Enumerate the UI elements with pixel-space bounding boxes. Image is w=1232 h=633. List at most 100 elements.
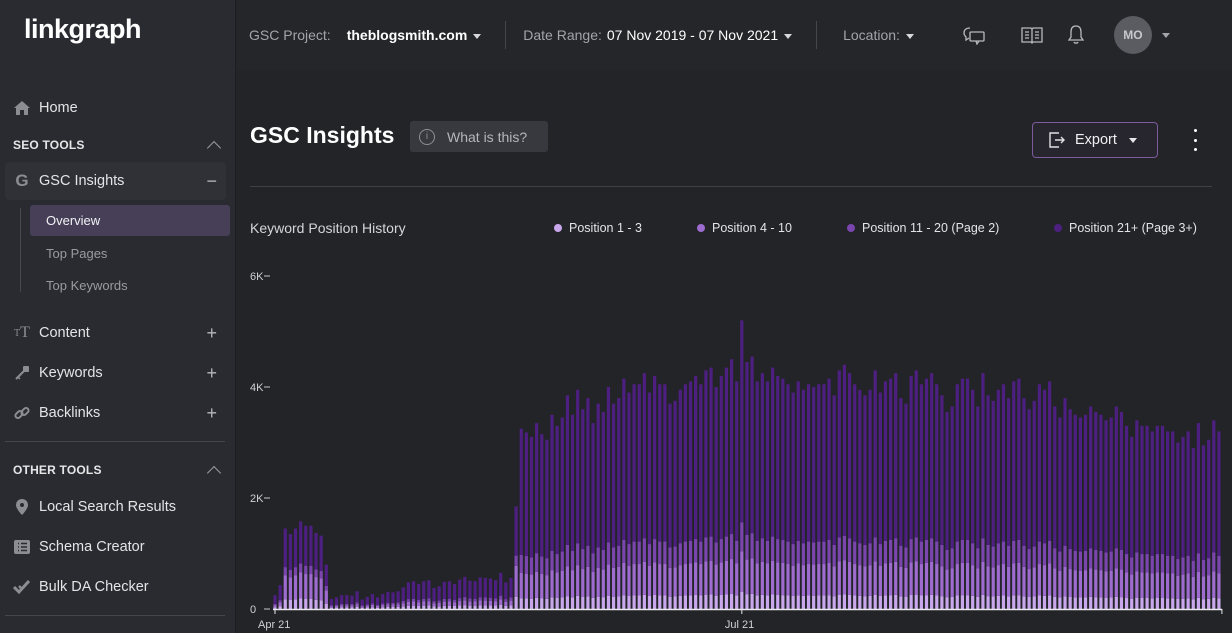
bar-group[interactable] — [504, 582, 508, 609]
bar-group[interactable] — [1063, 398, 1067, 609]
bar-group[interactable] — [1130, 436, 1134, 609]
bar-group[interactable] — [1207, 439, 1211, 609]
bar-group[interactable] — [663, 384, 667, 609]
bar-group[interactable] — [658, 384, 662, 609]
bar-group[interactable] — [473, 581, 477, 609]
bar-group[interactable] — [1017, 378, 1021, 609]
bar-group[interactable] — [1191, 448, 1195, 609]
bar-group[interactable] — [786, 384, 790, 609]
bar-group[interactable] — [1171, 431, 1175, 609]
bar-group[interactable] — [904, 403, 908, 609]
bar-group[interactable] — [1032, 400, 1036, 609]
bar-group[interactable] — [1012, 381, 1016, 609]
avatar[interactable]: MO — [1113, 16, 1152, 54]
bar-group[interactable] — [1217, 431, 1221, 609]
bar-group[interactable] — [535, 423, 539, 609]
book-icon[interactable] — [1020, 23, 1044, 47]
bar-group[interactable] — [817, 384, 821, 609]
bar-group[interactable] — [411, 581, 416, 609]
bar-group[interactable] — [1104, 420, 1108, 609]
sidebar-item-content[interactable]: TT Content + — [12, 315, 225, 351]
chevron-up-icon[interactable] — [206, 140, 222, 156]
location-selector[interactable]: Location: — [843, 27, 914, 43]
project-selector[interactable]: theblogsmith.com — [347, 27, 482, 43]
bar-group[interactable] — [1027, 409, 1031, 609]
bar-group[interactable] — [940, 395, 944, 609]
bar-group[interactable] — [540, 434, 544, 609]
sidebar-subitem-overview[interactable]: Overview — [30, 205, 230, 236]
bar-group[interactable] — [463, 576, 467, 609]
sidebar-subitem-top-keywords[interactable]: Top Keywords — [30, 270, 230, 301]
bar-group[interactable] — [386, 591, 390, 609]
bar-group[interactable] — [452, 584, 457, 609]
bar-group[interactable] — [606, 387, 611, 609]
bar-group[interactable] — [493, 580, 498, 609]
bar-group[interactable] — [1048, 381, 1052, 609]
bar-group[interactable] — [483, 577, 487, 609]
bar-group[interactable] — [832, 395, 836, 609]
bar-group[interactable] — [755, 381, 759, 609]
other-tools-heading[interactable]: OTHER TOOLS — [13, 462, 223, 481]
bell-icon[interactable] — [1064, 23, 1088, 47]
bar-group[interactable] — [899, 398, 903, 609]
bar-group[interactable] — [309, 525, 313, 609]
bar-group[interactable] — [976, 406, 980, 609]
bar-group[interactable] — [801, 389, 805, 609]
bar-group[interactable] — [1083, 414, 1088, 609]
bar-group[interactable] — [1053, 406, 1057, 609]
bar-group[interactable] — [319, 535, 323, 609]
sidebar-item-keywords[interactable]: Keywords + — [12, 355, 225, 391]
sidebar-item-local-search[interactable]: Local Search Results — [12, 489, 225, 525]
bar-group[interactable] — [1068, 409, 1072, 609]
bar-group[interactable] — [627, 392, 631, 609]
bar-group[interactable] — [560, 417, 564, 609]
bar-group[interactable] — [812, 387, 816, 609]
bar-group[interactable] — [719, 375, 723, 609]
bar-group[interactable] — [524, 432, 528, 609]
bar-group[interactable] — [1181, 436, 1185, 609]
bar-group[interactable] — [622, 378, 626, 609]
bar-group[interactable] — [827, 378, 831, 609]
bar-group[interactable] — [550, 414, 554, 609]
bar-group[interactable] — [1114, 406, 1118, 609]
bar-group[interactable] — [329, 599, 334, 609]
bar-group[interactable] — [858, 389, 862, 609]
bar-group[interactable] — [1176, 442, 1180, 610]
bar-group[interactable] — [401, 587, 405, 609]
bar-group[interactable] — [863, 395, 867, 609]
bar-group[interactable] — [1196, 423, 1200, 609]
bar-group[interactable] — [396, 591, 400, 609]
bar-group[interactable] — [632, 384, 636, 609]
export-button[interactable]: Export — [1032, 122, 1158, 158]
bar-group[interactable] — [1135, 420, 1139, 609]
bar-group[interactable] — [740, 320, 744, 609]
bar-group[interactable] — [919, 384, 923, 609]
bar-group[interactable] — [889, 378, 893, 609]
chat-icon[interactable] — [962, 23, 986, 47]
keyword-position-chart[interactable]: 0 2K 4K 6K Apr 21 Jul 21 — [237, 260, 1232, 633]
bar-group[interactable] — [1073, 414, 1077, 609]
bar-group[interactable] — [894, 373, 898, 609]
bar-group[interactable] — [376, 597, 380, 609]
bar-group[interactable] — [1124, 425, 1129, 609]
bar-group[interactable] — [576, 389, 580, 609]
bar-group[interactable] — [1119, 411, 1124, 609]
bar-group[interactable] — [586, 398, 590, 609]
bar-group[interactable] — [458, 579, 462, 609]
bar-group[interactable] — [570, 414, 575, 609]
bar-group[interactable] — [514, 506, 518, 609]
bar-group[interactable] — [673, 400, 677, 609]
bar-group[interactable] — [945, 411, 949, 609]
bar-group[interactable] — [478, 577, 482, 609]
bar-group[interactable] — [1155, 425, 1159, 609]
bar-group[interactable] — [340, 595, 344, 609]
bar-group[interactable] — [299, 521, 303, 609]
account-caret-icon[interactable] — [1161, 32, 1170, 38]
bar-group[interactable] — [1001, 384, 1006, 609]
bar-group[interactable] — [760, 373, 764, 609]
bar-group[interactable] — [1150, 431, 1154, 609]
bar-group[interactable] — [1078, 417, 1083, 609]
bar-group[interactable] — [986, 395, 990, 609]
bar-group[interactable] — [750, 356, 754, 609]
legend-item-pos-11-20[interactable]: Position 11 - 20 (Page 2) — [847, 221, 999, 235]
